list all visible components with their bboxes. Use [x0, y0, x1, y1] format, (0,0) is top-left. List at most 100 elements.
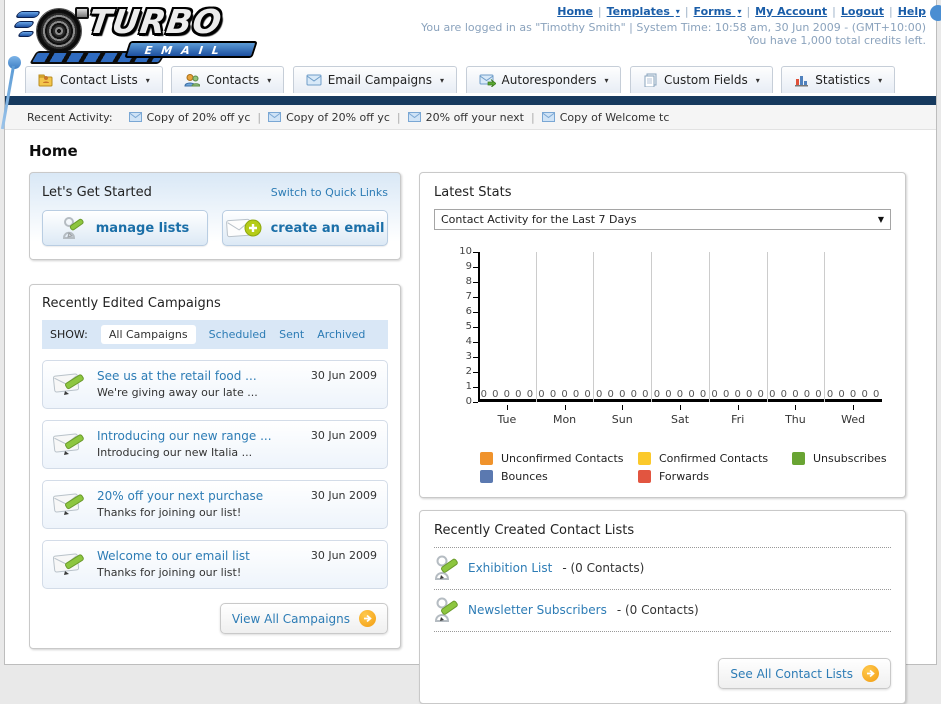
login-status-text: You are logged in as "Timothy Smith" | S… [421, 21, 926, 34]
chart-value-label: 0 [515, 389, 522, 400]
y-axis-tick-label: 6 [465, 306, 472, 317]
campaign-envelope-pencil-icon [53, 493, 84, 515]
button-label: create an email [270, 220, 385, 236]
chart-value-labels: 00000 [478, 386, 536, 400]
view-all-campaigns-button[interactable]: View All Campaigns [219, 603, 388, 634]
select-dropdown-arrow-icon: ▼ [877, 215, 884, 224]
x-axis-tick-mark [853, 405, 855, 410]
recent-activity-item[interactable]: Copy of 20% off yc [128, 111, 250, 124]
recent-activity-label: Recent Activity: [27, 110, 113, 124]
campaign-row: Welcome to our email list Thanks for joi… [42, 540, 388, 589]
recent-activity-item[interactable]: Copy of 20% off yc [268, 111, 390, 124]
legend-swatch [480, 470, 493, 483]
chart-value-label: 0 [561, 389, 568, 400]
y-axis-tick-label: 3 [465, 351, 472, 362]
y-axis-tick-label: 9 [465, 261, 472, 272]
contact-list-row: Exhibition List - (0 Contacts) [434, 548, 891, 590]
header-link-templates[interactable]: Templates ▾ [607, 5, 680, 18]
chart-value-labels: 00000 [536, 386, 594, 400]
contact-activity-chart: 0 1 2 3 4 5 6 7 8 9 10 0 0 0 0 0 Tue 0 0 0 0 0 Mon 0 0 0 0 0 Sun 0 0 0 0… [434, 246, 891, 442]
filter-all-campaigns[interactable]: All Campaigns [100, 325, 196, 344]
switch-to-quick-links[interactable]: Switch to Quick Links [271, 186, 388, 199]
tab-label: Contact Lists [60, 73, 138, 87]
stats-report-select[interactable]: Contact Activity for the Last 7 Days ▼ [434, 209, 891, 230]
manage-lists-button[interactable]: manage lists [42, 210, 208, 246]
campaign-date: 30 Jun 2009 [310, 429, 377, 442]
campaign-title-link[interactable]: Welcome to our email list [97, 549, 301, 563]
chart-value-label: 0 [803, 389, 811, 400]
button-label: View All Campaigns [231, 611, 350, 626]
contact-list-count: - (0 Contacts) [616, 603, 699, 617]
x-axis-tick-mark [680, 405, 681, 410]
campaign-envelope-pencil-icon [53, 553, 84, 575]
separator: | [888, 5, 893, 18]
chart-value-label: 0 [584, 389, 591, 400]
tab-statistics[interactable]: Statistics ▾ [781, 66, 896, 93]
tab-custom-fields[interactable]: Custom Fields ▾ [629, 66, 773, 93]
chart-value-label: 0 [642, 389, 649, 400]
custom-fields-pages-icon [644, 73, 657, 87]
filter-archived[interactable]: Archived [317, 328, 365, 341]
navy-divider-bar [5, 96, 936, 105]
email-envelope-icon [306, 74, 322, 86]
x-axis-tick-mark [795, 405, 797, 410]
chart-value-label: 0 [596, 389, 603, 400]
header-link-home[interactable]: Home [557, 5, 593, 18]
header: TURBO EMAIL Home | Templates ▾ | Forms ▾ | My … [5, 0, 936, 66]
campaign-row: Introducing our new range ... Introducin… [42, 420, 388, 469]
see-all-contact-lists-button[interactable]: See All Contact Lists [718, 658, 891, 689]
tab-autoresponders[interactable]: Autoresponders ▾ [465, 66, 622, 93]
chart-value-label: 0 [619, 389, 626, 400]
contact-list-link[interactable]: Newsletter Subscribers [468, 603, 607, 617]
separator: | [684, 5, 689, 18]
tab-label: Autoresponders [501, 73, 597, 87]
campaign-title-link[interactable]: Introducing our new range ... [97, 429, 301, 443]
recent-activity-item[interactable]: Copy of Welcome tc [541, 111, 669, 124]
legend-swatch [792, 452, 805, 465]
tab-label: Contacts [206, 73, 260, 87]
contact-list-link[interactable]: Exhibition List [468, 561, 552, 575]
section-title: Let's Get Started [42, 185, 152, 200]
legend-item: Confirmed Contacts [638, 452, 768, 465]
separator: | [257, 110, 262, 124]
tab-contact-lists[interactable]: Contact Lists ▾ [25, 66, 163, 93]
chart-value-label: 0 [861, 389, 868, 400]
filter-scheduled[interactable]: Scheduled [209, 328, 267, 341]
dropdown-caret-icon: ▾ [675, 7, 680, 16]
tab-contacts[interactable]: Contacts ▾ [171, 66, 285, 93]
turbine-nozzle-icon [75, 7, 89, 19]
y-axis-tick-mark [473, 372, 478, 373]
campaign-subtitle: We're giving away our late ... [97, 386, 258, 399]
main-panel: TURBO EMAIL Home | Templates ▾ | Forms ▾ | My … [4, 0, 937, 704]
turbo-email-logo[interactable]: TURBO EMAIL [12, 2, 258, 64]
recent-activity-item[interactable]: 20% off your next [407, 111, 524, 124]
y-axis-tick-label: 10 [459, 246, 472, 257]
flame-icon [14, 11, 42, 18]
campaign-title-link[interactable]: See us at the retail food ... [97, 369, 301, 383]
y-axis-tick-mark [473, 357, 478, 358]
create-an-email-button[interactable]: create an email [222, 210, 388, 246]
x-axis-day-label: Mon [552, 413, 577, 426]
autoresponder-envelope-icon [479, 74, 496, 87]
header-link-my-account[interactable]: My Account [755, 5, 827, 18]
x-axis-day-label: Sat [670, 413, 690, 426]
chart-value-label: 0 [572, 389, 580, 400]
y-axis-tick-mark [473, 312, 478, 313]
chart-value-label: 0 [480, 389, 487, 400]
tab-label: Custom Fields [663, 73, 748, 87]
legend-label: Bounces [501, 470, 548, 483]
header-link-logout[interactable]: Logout [841, 5, 884, 18]
campaign-title-link[interactable]: 20% off your next purchase [97, 489, 301, 503]
chevron-down-icon: ▾ [440, 75, 445, 85]
statistics-chart-icon [795, 75, 809, 86]
header-link-forms[interactable]: Forms ▾ [694, 5, 742, 18]
y-axis-tick-label: 4 [465, 336, 472, 347]
y-axis-tick-mark [473, 327, 478, 328]
chevron-down-icon: ▾ [755, 75, 760, 85]
tab-email-campaigns[interactable]: Email Campaigns ▾ [292, 66, 458, 93]
lets-get-started-panel: Let's Get Started Switch to Quick Links … [29, 172, 401, 260]
tab-label: Email Campaigns [327, 73, 433, 87]
campaign-filter-bar: SHOW: All Campaigns Scheduled Sent Archi… [42, 320, 388, 349]
filter-sent[interactable]: Sent [279, 328, 304, 341]
header-link-help[interactable]: Help [898, 5, 926, 18]
